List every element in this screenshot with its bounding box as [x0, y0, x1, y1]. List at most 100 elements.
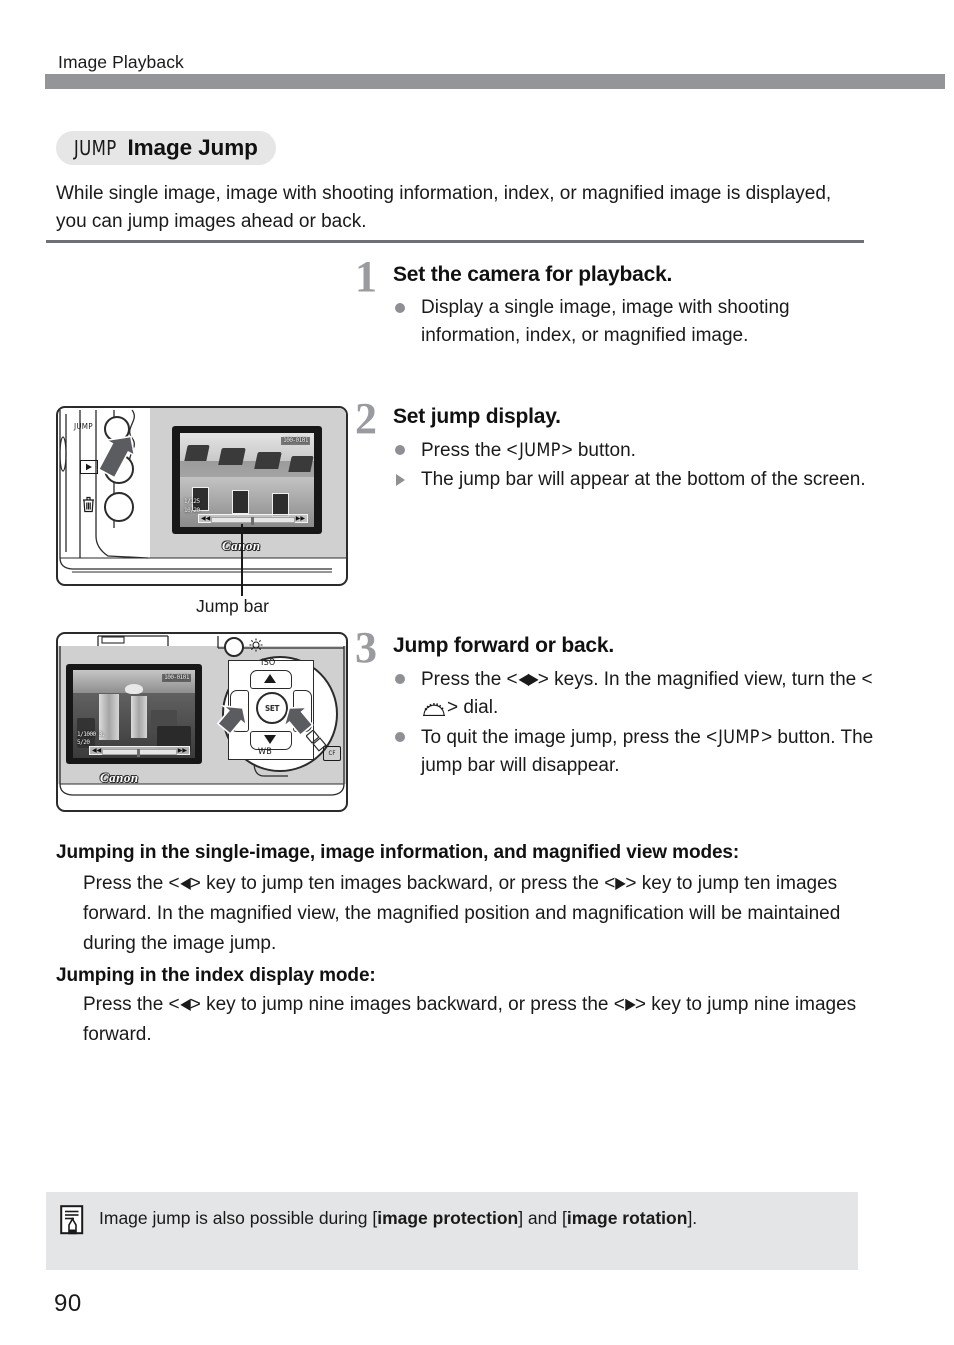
lcd-screen-1: 100-0101 1/125 10/20 ◀◀ ▶▶ — [180, 433, 314, 527]
figure-camera-cross-keys: 100-0101 1/1000 3. 5/20 ◀◀ ▶▶ Canon SET … — [56, 632, 348, 812]
photo-lamp — [125, 684, 143, 694]
step-2-item-1: Press the <JUMP> button. — [393, 436, 875, 465]
header-rule — [45, 74, 945, 89]
down-arrow-icon — [264, 735, 276, 744]
section-title: Image Jump — [127, 135, 258, 160]
quick-control-dial[interactable] — [224, 637, 244, 657]
figure-camera-jump-button: JUMP 100-0101 1/125 10/20 ◀◀ ▶▶ — [56, 406, 348, 586]
step-1-number: 1 — [355, 252, 377, 301]
step-2-item-2-text: The jump bar will appear at the bottom o… — [421, 469, 866, 490]
lcd-photo-building — [180, 433, 314, 527]
subsection-2-body: Press the <◀> key to jump nine images ba… — [83, 989, 868, 1050]
jump-bar-right-marker: ▶▶ — [295, 514, 305, 522]
jump-bar-track — [102, 749, 177, 757]
canon-logo-2: Canon — [100, 770, 139, 785]
jump-bar-indicator-2: ◀◀ ▶▶ — [89, 746, 190, 757]
iso-label: ISO — [261, 658, 276, 668]
lower-body-copy: Jumping in the single-image, image infor… — [56, 840, 868, 1050]
bullet-dot-icon — [395, 665, 405, 684]
left-key-glyph: ◀ — [179, 873, 191, 892]
main-dial-icon — [421, 698, 447, 716]
note-part-1: Image jump is also possible during [ — [99, 1208, 378, 1228]
section-title-badge: JUMP Image Jump — [56, 131, 276, 165]
step-2: 2 Set jump display. Press the <JUMP> but… — [355, 397, 875, 495]
running-head: Image Playback — [58, 52, 184, 72]
camera-body-1: JUMP 100-0101 1/125 10/20 ◀◀ ▶▶ — [58, 408, 346, 584]
step-3-item-1-mid: > keys. In the magnified view, turn the … — [537, 669, 873, 690]
photo-dormer — [254, 452, 282, 469]
step-3-item-2-pre: To quit the image jump, press the < — [421, 727, 718, 748]
intro-divider — [46, 240, 864, 243]
page-number: 90 — [54, 1290, 82, 1317]
step-2-number: 2 — [355, 394, 377, 443]
jump-bar-track — [211, 517, 295, 525]
step-2-item-1-pre: Press the < — [421, 440, 518, 461]
section-intro-paragraph: While single image, image with shooting … — [56, 183, 832, 232]
step-2-item-2: The jump bar will appear at the bottom o… — [393, 466, 875, 494]
left-right-keys-glyph: ◀▶ — [518, 669, 538, 688]
figure-caption: Jump bar — [196, 596, 269, 616]
jump-badge-icon: JUMP — [73, 136, 117, 160]
step-2-body: Press the <JUMP> button. The jump bar wi… — [393, 436, 875, 494]
photo-dormer — [184, 445, 210, 461]
note-callout-box: Image jump is also possible during [imag… — [46, 1192, 858, 1270]
right-key-glyph: ▶ — [625, 994, 636, 1013]
right-key-glyph: ▶ — [615, 873, 627, 892]
photo-curtain — [131, 696, 147, 738]
step-1: 1 Set the camera for playback. Display a… — [355, 255, 875, 351]
jump-bar-right-marker: ▶▶ — [177, 746, 187, 754]
step-3-item-2: To quit the image jump, press the <JUMP>… — [393, 723, 875, 780]
lcd-frame-1: 100-0101 1/125 10/20 ◀◀ ▶▶ — [172, 426, 322, 534]
note-part-2: ] and [ — [518, 1208, 567, 1228]
step-1-heading: Set the camera for playback. — [393, 263, 673, 286]
lcd-panel-light-icon — [248, 637, 264, 658]
step-3-heading: Jump forward or back. — [393, 634, 615, 657]
step-3-item-1: Press the <◀▶> keys. In the magnified vi… — [393, 665, 875, 722]
lcd-folder-number: 100-0101 — [281, 437, 310, 445]
note-text: Image jump is also possible during [imag… — [99, 1205, 697, 1256]
bullet-dot-icon — [395, 294, 405, 313]
note-bold-2: image rotation — [566, 1208, 688, 1228]
jump-bar-left-marker: ◀◀ — [201, 514, 211, 522]
step-2-heading: Set jump display. — [393, 405, 561, 428]
wb-label: WB — [258, 747, 272, 757]
step-3: 3 Jump forward or back. Press the <◀▶> k… — [355, 626, 875, 781]
up-arrow-icon — [264, 674, 276, 683]
step-1-item-1: Display a single image, image with shoot… — [393, 294, 875, 350]
bullet-dot-icon — [395, 723, 405, 742]
camera-body-2: 100-0101 1/1000 3. 5/20 ◀◀ ▶▶ Canon SET … — [58, 634, 346, 810]
jump-bar-thumb — [250, 517, 254, 525]
trash-icon — [81, 496, 96, 518]
step-3-number: 3 — [355, 623, 377, 672]
jump-bar-thumb — [137, 749, 141, 757]
result-triangle-icon — [395, 466, 405, 486]
sub2-part-2: > key to jump nine images backward, or p… — [189, 994, 625, 1015]
photo-dormer — [288, 456, 314, 472]
pointer-arrow-right-icon — [280, 702, 324, 741]
left-key-glyph: ◀ — [179, 994, 191, 1013]
caption-leader-line — [241, 524, 243, 596]
step-3-body: Press the <◀▶> keys. In the magnified vi… — [393, 665, 875, 780]
photo-dormer — [218, 448, 246, 465]
step-1-body: Display a single image, image with shoot… — [393, 294, 875, 350]
bullet-dot-icon — [395, 436, 405, 455]
erase-button[interactable] — [104, 492, 134, 522]
step-3-item-1-post: > dial. — [447, 697, 499, 718]
lcd-folder-number: 100-0101 — [162, 674, 191, 682]
note-part-3: ]. — [687, 1208, 698, 1228]
sub2-part-0: Press the < — [83, 994, 180, 1015]
sub1-part-2: > key to jump ten images backward, or pr… — [189, 873, 616, 894]
pointer-arrow-icon — [88, 430, 136, 483]
step-2-item-1-post: > button. — [561, 440, 636, 461]
lcd-exif-line-1: 1/125 — [184, 498, 200, 505]
step-3-item-1-pre: Press the < — [421, 669, 518, 690]
pointer-arrow-left-icon — [208, 702, 252, 741]
lcd-screen-2: 100-0101 1/1000 3. 5/20 ◀◀ ▶▶ — [73, 670, 195, 758]
subsection-1-heading: Jumping in the single-image, image infor… — [56, 842, 740, 863]
lcd-exif-line-2: 5/20 — [77, 739, 90, 746]
jump-bar-left-marker: ◀◀ — [92, 746, 102, 754]
jump-key-glyph: JUMP — [718, 726, 760, 748]
step-1-item-1-text: Display a single image, image with shoot… — [421, 297, 790, 346]
note-bold-1: image protection — [377, 1208, 519, 1228]
lcd-frame-2: 100-0101 1/1000 3. 5/20 ◀◀ ▶▶ — [66, 664, 202, 764]
